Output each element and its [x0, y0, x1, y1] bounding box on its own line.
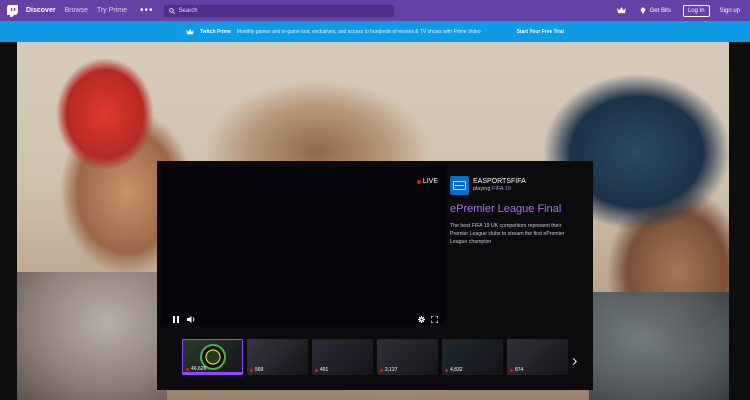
- twitch-logo-icon[interactable]: [6, 4, 18, 18]
- prime-promo-banner: Twitch Prime Monthly games and in-game l…: [0, 21, 750, 42]
- stream-info: EASPORTSFIFA playing FIFA 19 ePremier Le…: [450, 176, 588, 246]
- viewer-count-label: 874: [515, 367, 524, 373]
- channel-avatar[interactable]: [450, 176, 469, 195]
- hero-figure-right: [589, 292, 729, 400]
- live-dot-icon: [315, 368, 318, 372]
- viewer-count: 4,832: [445, 367, 463, 373]
- live-label: LIVE: [422, 178, 438, 185]
- fullscreen-icon: [431, 316, 438, 323]
- game-link[interactable]: FIFA 19: [492, 186, 511, 192]
- top-navbar: Discover Browse Try Prime ••• Search Get…: [0, 0, 750, 21]
- stream-description: The best FIFA 19 UK competitors represen…: [450, 223, 565, 245]
- carousel-thumbnail[interactable]: 46,626: [182, 339, 243, 375]
- viewer-count: 874: [510, 367, 523, 373]
- chevron-right-icon: [572, 358, 577, 365]
- viewer-count-label: 4,832: [450, 367, 463, 373]
- live-dot-icon: [186, 367, 189, 371]
- prime-crown-icon: [186, 28, 194, 35]
- channel-name-link[interactable]: EASPORTSFIFA: [473, 177, 526, 186]
- prime-title: Twitch Prime: [200, 28, 231, 35]
- carousel-thumbnail[interactable]: 491: [312, 339, 373, 375]
- live-dot-icon: [445, 368, 448, 372]
- pause-icon: [173, 316, 179, 323]
- stream-title[interactable]: ePremier League Final: [450, 203, 588, 216]
- playing-prefix: playing: [473, 186, 491, 192]
- viewer-count: 2,127: [380, 367, 398, 373]
- featured-carousel: 46,626 569 491 2,127 4,832 874: [182, 339, 574, 375]
- active-indicator: [183, 372, 242, 374]
- volume-icon: [187, 316, 195, 323]
- settings-button[interactable]: [418, 316, 425, 323]
- live-dot-icon: [510, 368, 513, 372]
- viewer-count: 491: [315, 367, 328, 373]
- live-dot-icon: [416, 179, 421, 184]
- prime-description: Monthly games and in-game loot, exclusiv…: [236, 28, 481, 35]
- signup-button[interactable]: Sign up: [716, 6, 744, 16]
- carousel-thumbnail[interactable]: 874: [507, 339, 568, 375]
- viewer-count: 46,626: [186, 366, 206, 372]
- viewer-count-label: 491: [320, 367, 329, 373]
- prime-free-trial-link[interactable]: Start Your Free Trial: [517, 29, 564, 35]
- login-button[interactable]: Log In: [682, 4, 710, 17]
- live-badge: LIVE: [416, 178, 438, 185]
- bits-gem-icon: [639, 7, 646, 14]
- search-icon: [168, 7, 175, 14]
- nav-try-prime[interactable]: Try Prime: [97, 7, 127, 14]
- get-bits-button[interactable]: Get Bits: [639, 7, 671, 14]
- nav-browse[interactable]: Browse: [65, 7, 88, 14]
- volume-button[interactable]: [187, 316, 196, 323]
- carousel-thumbnail[interactable]: 4,832: [442, 339, 503, 375]
- pause-button[interactable]: [173, 316, 179, 323]
- search-placeholder: Search: [178, 7, 198, 14]
- search-input[interactable]: Search: [163, 4, 394, 17]
- nav-discover[interactable]: Discover: [26, 7, 56, 14]
- viewer-count: 569: [250, 367, 263, 373]
- viewer-count-label: 569: [255, 367, 264, 373]
- prime-crown-icon[interactable]: [616, 7, 626, 14]
- carousel-thumbnail[interactable]: 2,127: [377, 339, 438, 375]
- carousel-thumbnail[interactable]: 569: [247, 339, 308, 375]
- viewer-count-label: 2,127: [385, 367, 398, 373]
- gear-icon: [418, 316, 425, 323]
- ea-sports-logo-icon: [453, 181, 466, 190]
- hero-figure-left: [17, 272, 167, 400]
- live-dot-icon: [380, 368, 383, 372]
- carousel-next-button[interactable]: [572, 352, 577, 370]
- fullscreen-button[interactable]: [431, 316, 438, 323]
- live-dot-icon: [250, 368, 253, 372]
- viewer-count-label: 46,626: [191, 366, 207, 372]
- video-player[interactable]: LIVE: [161, 167, 445, 325]
- get-bits-label: Get Bits: [649, 7, 671, 14]
- more-menu-button[interactable]: •••: [140, 6, 154, 16]
- featured-player-panel: LIVE EASPORTSFIFA playing FIFA 19 ePremi…: [157, 161, 593, 390]
